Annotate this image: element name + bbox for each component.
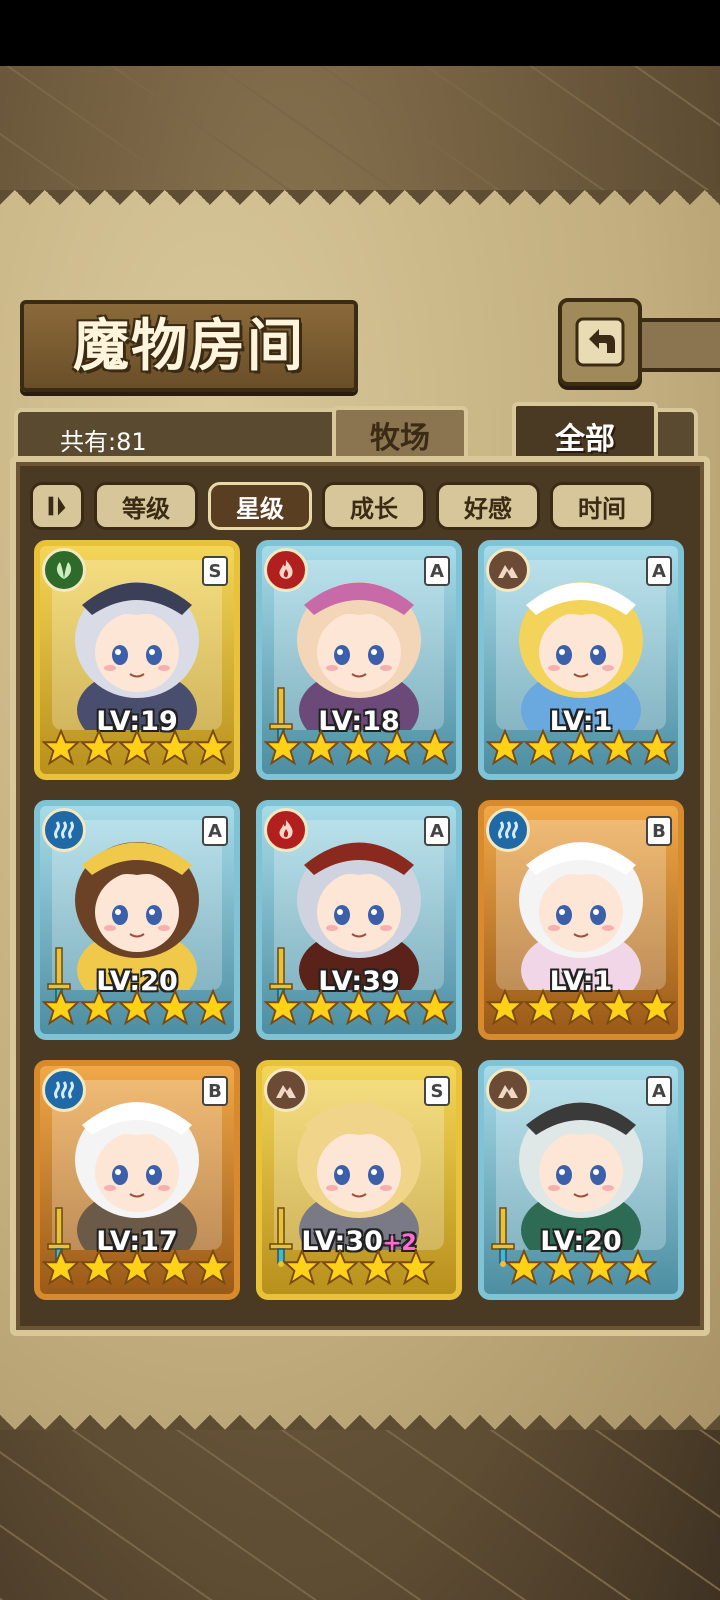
star-icon — [193, 988, 233, 1030]
star-rating — [262, 728, 456, 770]
monster-card[interactable]: S LV:30+2 — [256, 1060, 462, 1300]
monster-card[interactable]: S LV:19 — [34, 540, 240, 780]
monster-card[interactable]: B LV:17 — [34, 1060, 240, 1300]
header-ribbon — [630, 318, 720, 372]
grade-badge: B — [202, 1076, 228, 1106]
star-icon — [117, 1248, 157, 1290]
star-icon — [637, 728, 677, 770]
monster-grid: S LV:19 A LV:18 A LV:1 A LV:20 A LV:39 B LV:1 B LV:17… — [34, 540, 688, 1300]
star-icon — [415, 728, 455, 770]
monster-card[interactable]: B LV:1 — [478, 800, 684, 1040]
star-icon — [377, 988, 417, 1030]
grade-badge: S — [202, 556, 228, 586]
star-rating — [484, 1248, 678, 1290]
star-icon — [561, 728, 601, 770]
star-icon — [79, 988, 119, 1030]
star-icon — [485, 988, 525, 1030]
parchment-edge-top — [0, 190, 720, 220]
star-icon — [117, 988, 157, 1030]
star-icon — [41, 988, 81, 1030]
sort-affection-button[interactable]: 好感 — [436, 482, 540, 530]
page-title: 魔物房间 — [20, 300, 358, 392]
star-rating — [262, 1248, 456, 1290]
fire-icon — [264, 548, 308, 592]
monster-card[interactable]: A LV:20 — [478, 1060, 684, 1300]
grade-badge: A — [424, 816, 450, 846]
star-rating — [40, 1248, 234, 1290]
star-icon — [396, 1248, 436, 1290]
star-icon — [193, 728, 233, 770]
grade-badge: A — [646, 1076, 672, 1106]
star-icon — [358, 1248, 398, 1290]
sort-time-button[interactable]: 时间 — [550, 482, 654, 530]
star-rating — [40, 728, 234, 770]
water-icon — [42, 808, 86, 852]
back-arrow-icon — [575, 317, 625, 367]
star-icon — [339, 728, 379, 770]
star-icon — [155, 1248, 195, 1290]
earth-icon — [264, 1068, 308, 1112]
star-icon — [41, 728, 81, 770]
star-icon — [599, 988, 639, 1030]
star-rating — [40, 988, 234, 1030]
star-icon — [79, 728, 119, 770]
grade-badge: A — [646, 556, 672, 586]
star-icon — [155, 728, 195, 770]
star-icon — [320, 1248, 360, 1290]
sort-star-button[interactable]: 星级 — [208, 482, 312, 530]
fire-icon — [264, 808, 308, 852]
water-icon — [42, 1068, 86, 1112]
star-icon — [415, 988, 455, 1030]
star-icon — [523, 728, 563, 770]
monster-card[interactable]: A LV:20 — [34, 800, 240, 1040]
star-icon — [41, 1248, 81, 1290]
star-icon — [542, 1248, 582, 1290]
monster-card[interactable]: A LV:39 — [256, 800, 462, 1040]
sort-order-toggle[interactable] — [30, 482, 84, 530]
grade-badge: S — [424, 1076, 450, 1106]
star-icon — [193, 1248, 233, 1290]
star-icon — [580, 1248, 620, 1290]
star-icon — [117, 728, 157, 770]
star-icon — [79, 1248, 119, 1290]
status-bar — [0, 0, 720, 66]
star-icon — [282, 1248, 322, 1290]
star-icon — [485, 728, 525, 770]
sort-order-icon — [48, 496, 66, 516]
star-icon — [301, 728, 341, 770]
star-rating — [484, 988, 678, 1030]
star-icon — [599, 728, 639, 770]
sort-growth-button[interactable]: 成长 — [322, 482, 426, 530]
star-icon — [301, 988, 341, 1030]
earth-icon — [486, 1068, 530, 1112]
grade-badge: A — [202, 816, 228, 846]
star-icon — [339, 988, 379, 1030]
back-button[interactable] — [558, 298, 642, 386]
nature-icon — [42, 548, 86, 592]
star-icon — [618, 1248, 658, 1290]
water-icon — [486, 808, 530, 852]
monster-count: 共有:81 — [60, 428, 147, 456]
star-rating — [262, 988, 456, 1030]
star-icon — [561, 988, 601, 1030]
monster-card[interactable]: A LV:1 — [478, 540, 684, 780]
grade-badge: A — [424, 556, 450, 586]
star-icon — [263, 988, 303, 1030]
grade-badge: B — [646, 816, 672, 846]
star-rating — [484, 728, 678, 770]
star-icon — [523, 988, 563, 1030]
star-icon — [377, 728, 417, 770]
sort-level-button[interactable]: 等级 — [94, 482, 198, 530]
parchment-edge-bottom — [0, 1400, 720, 1430]
star-icon — [637, 988, 677, 1030]
star-icon — [263, 728, 303, 770]
star-icon — [504, 1248, 544, 1290]
monster-card[interactable]: A LV:18 — [256, 540, 462, 780]
sort-bar: 等级 星级 成长 好感 时间 — [30, 482, 654, 530]
star-icon — [155, 988, 195, 1030]
earth-icon — [486, 548, 530, 592]
